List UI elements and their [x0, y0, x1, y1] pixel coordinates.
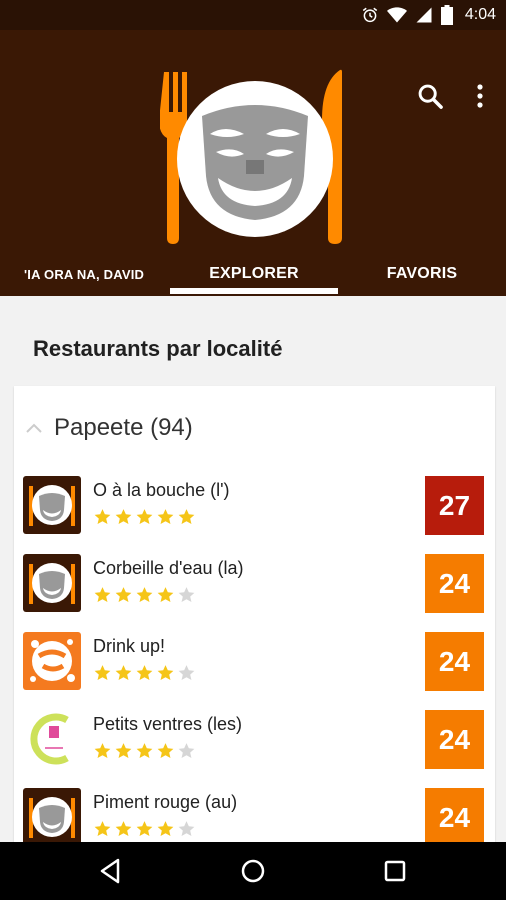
tab-label: EXPLORER [209, 265, 299, 282]
star-filled-icon [115, 509, 132, 525]
tab-indicator [170, 288, 338, 294]
score-badge: 24 [425, 788, 484, 842]
system-nav-bar [0, 842, 506, 900]
star-filled-icon [94, 587, 111, 603]
rating-stars [93, 586, 196, 604]
restaurant-row[interactable]: O à la bouche (l') 27 [14, 466, 495, 544]
recents-icon[interactable] [380, 856, 410, 886]
group-name: Papeete (94) [54, 414, 193, 441]
star-filled-icon [94, 665, 111, 681]
star-empty-icon [178, 743, 195, 759]
tiki-logo-icon [23, 788, 81, 842]
star-filled-icon [136, 821, 153, 837]
star-filled-icon [136, 743, 153, 759]
app-header: 'IA ORA NA, DAVID EXPLORER FAVORIS [0, 30, 506, 296]
star-filled-icon [115, 821, 132, 837]
tab-label: 'IA ORA NA, DAVID [24, 266, 145, 282]
signal-icon [416, 7, 432, 23]
more-vert-icon[interactable] [470, 82, 490, 110]
search-icon[interactable] [416, 82, 444, 110]
back-icon[interactable] [96, 856, 126, 886]
star-filled-icon [94, 509, 111, 525]
rating-stars [93, 508, 196, 526]
wifi-icon [386, 7, 407, 23]
restaurant-row[interactable]: Petits ventres (les) 24 [14, 700, 495, 778]
star-filled-icon [94, 821, 111, 837]
star-filled-icon [178, 509, 195, 525]
restaurant-row[interactable]: Piment rouge (au) 24 [14, 778, 495, 842]
status-icons: 4:04 [361, 0, 496, 30]
star-filled-icon [115, 743, 132, 759]
score-badge: 24 [425, 710, 484, 769]
restaurant-name: Corbeille d'eau (la) [93, 558, 244, 578]
star-filled-icon [115, 587, 132, 603]
restaurant-name: Piment rouge (au) [93, 792, 238, 812]
locality-card: Papeete (94) O à la bouche (l') 27 Corbe… [14, 386, 495, 842]
section-title: Restaurants par localité [33, 336, 283, 361]
star-empty-icon [178, 821, 195, 837]
star-filled-icon [136, 665, 153, 681]
star-empty-icon [178, 665, 195, 681]
rating-stars [93, 742, 196, 760]
fork-knife-tiki-mask-logo [160, 69, 342, 244]
rating-stars [93, 664, 196, 682]
score-badge: 24 [425, 554, 484, 613]
home-icon[interactable] [238, 856, 268, 886]
restaurant-name: Drink up! [93, 636, 166, 656]
status-time: 4:04 [464, 6, 496, 23]
star-filled-icon [157, 743, 174, 759]
star-filled-icon [94, 743, 111, 759]
alarm-icon [362, 7, 378, 23]
tab-favoris[interactable]: FAVORIS [338, 252, 506, 296]
restaurant-name: O à la bouche (l') [93, 480, 230, 500]
rating-stars [93, 820, 196, 838]
star-filled-icon [136, 509, 153, 525]
star-filled-icon [157, 587, 174, 603]
score-badge: 27 [425, 476, 484, 535]
chevron-up-icon [26, 423, 42, 433]
score-badge: 24 [425, 632, 484, 691]
star-filled-icon [115, 665, 132, 681]
tiki-logo-icon [23, 554, 81, 612]
battery-icon [440, 5, 453, 25]
tab-ia-ora-na[interactable]: 'IA ORA NA, DAVID [0, 252, 170, 296]
screen: 4:04 'IA ORA NA, DAVID EXPLORER FAVORIS … [0, 0, 506, 900]
tab-label: FAVORIS [386, 265, 458, 282]
status-bar: 4:04 [0, 0, 506, 30]
star-empty-icon [178, 587, 195, 603]
petits-ventres-logo-icon [23, 710, 81, 768]
drink-up-logo-icon [23, 632, 81, 690]
restaurant-row[interactable]: Drink up! 24 [14, 622, 495, 700]
content-area[interactable]: Restaurants par localité Papeete (94) O … [0, 296, 506, 842]
restaurant-name: Petits ventres (les) [93, 714, 243, 734]
group-header-papeete[interactable]: Papeete (94) [24, 410, 193, 446]
star-filled-icon [157, 665, 174, 681]
star-filled-icon [157, 509, 174, 525]
star-filled-icon [136, 587, 153, 603]
star-filled-icon [157, 821, 174, 837]
tiki-logo-icon [23, 476, 81, 534]
restaurant-row[interactable]: Corbeille d'eau (la) 24 [14, 544, 495, 622]
